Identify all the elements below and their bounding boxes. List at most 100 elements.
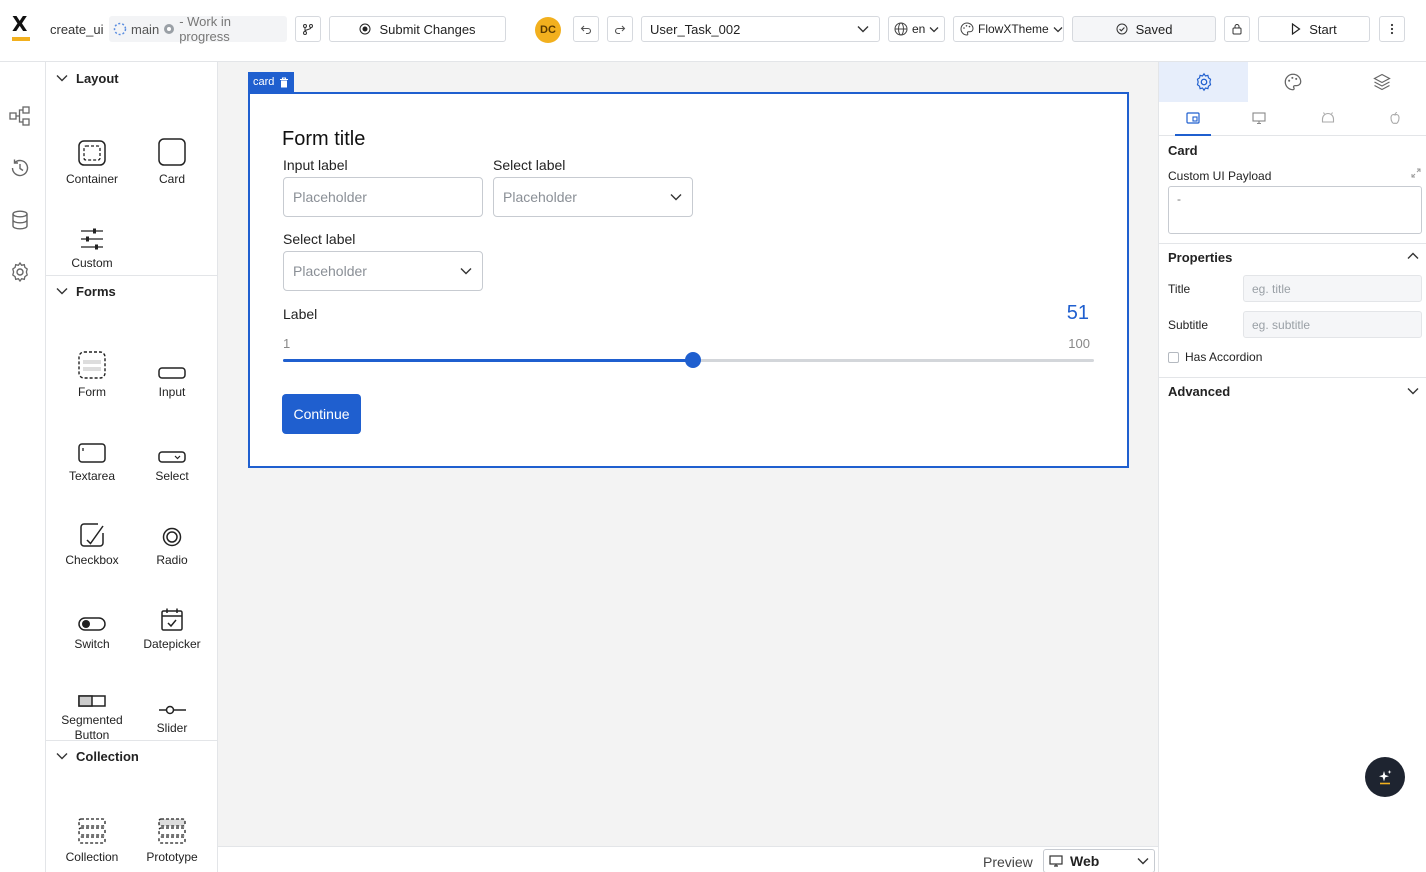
palette-icon — [1284, 73, 1302, 91]
palette-item-radio[interactable]: Radio — [132, 495, 212, 575]
select-dropdown[interactable]: Placeholder — [493, 177, 693, 217]
chevron-down-icon — [670, 193, 682, 201]
start-button[interactable]: Start — [1258, 16, 1370, 42]
lock-button[interactable] — [1224, 16, 1250, 42]
chevron-down-icon — [1137, 857, 1149, 865]
expand-icon[interactable] — [1411, 168, 1421, 178]
platform-android-icon[interactable] — [1320, 110, 1338, 128]
redo-icon — [614, 23, 626, 35]
palette-item-segmented-button[interactable]: Segmented Button — [52, 663, 132, 743]
palette-item-card[interactable]: Card — [132, 114, 212, 194]
section-collection-header[interactable]: Collection — [46, 740, 217, 772]
palette-item-label: Datepicker — [143, 637, 201, 651]
top-bar: X create_ui main - Work in progress Subm… — [0, 0, 1426, 62]
undo-button[interactable] — [573, 16, 599, 42]
redo-button[interactable] — [607, 16, 633, 42]
branch-dot-icon — [163, 23, 175, 35]
form-icon — [78, 339, 106, 379]
submit-changes-label: Submit Changes — [379, 21, 476, 37]
tab-settings[interactable] — [1159, 62, 1249, 102]
palette-item-textarea[interactable]: Textarea — [52, 411, 132, 491]
palette-item-label: Collection — [65, 850, 119, 864]
component-name: Card — [1168, 143, 1198, 158]
branch-status-text: - Work in progress — [179, 14, 231, 44]
platform-ios-icon[interactable] — [1387, 110, 1405, 128]
slider-thumb[interactable] — [684, 352, 701, 368]
select-placeholder: Placeholder — [503, 189, 577, 205]
palette-item-form[interactable]: Form — [52, 327, 132, 407]
radio-icon — [162, 507, 182, 547]
ai-assistant-button[interactable] — [1365, 757, 1405, 797]
theme-select[interactable]: FlowXTheme — [953, 16, 1064, 42]
section-forms-header[interactable]: Forms — [46, 275, 217, 307]
monitor-icon — [1049, 855, 1063, 867]
lock-icon — [1231, 23, 1243, 35]
flowx-logo[interactable]: X — [12, 14, 32, 42]
task-select[interactable]: User_Task_002 — [641, 16, 880, 42]
palette-item-switch[interactable]: Switch — [52, 579, 132, 659]
preview-label: Preview — [983, 854, 1033, 870]
database-icon[interactable] — [9, 209, 31, 231]
properties-header[interactable]: Properties — [1168, 250, 1232, 265]
settings-icon[interactable] — [9, 261, 31, 283]
palette-item-slider[interactable]: Slider — [132, 663, 212, 743]
select-dropdown[interactable]: Placeholder — [283, 251, 483, 291]
git-branch-icon — [302, 23, 314, 35]
switch-icon — [78, 591, 106, 631]
more-options-button[interactable] — [1379, 16, 1405, 42]
saved-label: Saved — [1135, 21, 1173, 37]
subtitle-label: Subtitle — [1168, 318, 1209, 332]
preview-mode-select[interactable]: Web — [1043, 849, 1155, 872]
advanced-header[interactable]: Advanced — [1168, 384, 1230, 399]
palette-item-checkbox[interactable]: Checkbox — [52, 495, 132, 575]
history-icon[interactable] — [9, 157, 31, 179]
panel-divider — [1159, 243, 1426, 244]
palette-item-label: Input — [158, 385, 186, 399]
palette-item-prototype[interactable]: Prototype — [132, 792, 212, 872]
start-label: Start — [1309, 21, 1337, 37]
subtitle-input[interactable]: eg. subtitle — [1243, 311, 1422, 338]
branch-merge-button[interactable] — [295, 16, 321, 42]
trash-icon[interactable] — [279, 76, 289, 88]
segmented-button-icon — [78, 675, 106, 707]
platform-web-icon[interactable] — [1251, 110, 1269, 128]
palette-item-datepicker[interactable]: Datepicker — [132, 579, 212, 659]
text-input[interactable]: Placeholder — [283, 177, 483, 217]
saved-status-button[interactable]: Saved — [1072, 16, 1216, 42]
palette-item-container[interactable]: Container — [52, 114, 132, 194]
play-icon — [1291, 23, 1301, 35]
chevron-up-icon[interactable] — [1407, 252, 1419, 260]
sliders-icon — [80, 210, 104, 250]
user-avatar[interactable]: DC — [535, 17, 561, 43]
section-title: Layout — [76, 70, 119, 86]
title-input[interactable]: eg. title — [1243, 275, 1422, 302]
continue-button[interactable]: Continue — [282, 394, 361, 434]
slider-min: 1 — [283, 336, 291, 351]
palette-item-label: Custom — [71, 256, 113, 270]
check-circle-icon — [1116, 23, 1128, 35]
accordion-checkbox[interactable] — [1168, 352, 1179, 363]
palette-item-custom[interactable]: Custom — [52, 198, 132, 278]
chevron-down-icon[interactable] — [1407, 387, 1419, 395]
branch-name: main — [131, 21, 160, 37]
palette-item-label: Checkbox — [65, 553, 119, 567]
tab-styles[interactable] — [1248, 62, 1337, 102]
palette-item-collection[interactable]: Collection — [52, 792, 132, 872]
card-icon — [158, 126, 186, 166]
container-icon — [78, 126, 106, 166]
branch-selector[interactable]: main - Work in progress — [109, 14, 287, 44]
platform-generic-icon[interactable] — [1185, 110, 1203, 128]
slider-track[interactable] — [283, 352, 1094, 368]
chevron-down-icon — [460, 267, 472, 275]
title-label: Title — [1168, 282, 1191, 296]
palette-item-select[interactable]: Select — [132, 411, 212, 491]
palette-item-input[interactable]: Input — [132, 327, 212, 407]
payload-textarea[interactable]: - — [1168, 186, 1422, 234]
section-layout-header[interactable]: Layout — [46, 62, 217, 94]
theme-value: FlowXTheme — [978, 22, 1049, 36]
submit-changes-button[interactable]: Submit Changes — [329, 16, 506, 42]
process-tree-icon[interactable] — [9, 105, 31, 127]
tab-layers[interactable] — [1338, 62, 1426, 102]
language-select[interactable]: en — [888, 16, 945, 42]
card-selection-tag[interactable]: card — [248, 72, 295, 92]
